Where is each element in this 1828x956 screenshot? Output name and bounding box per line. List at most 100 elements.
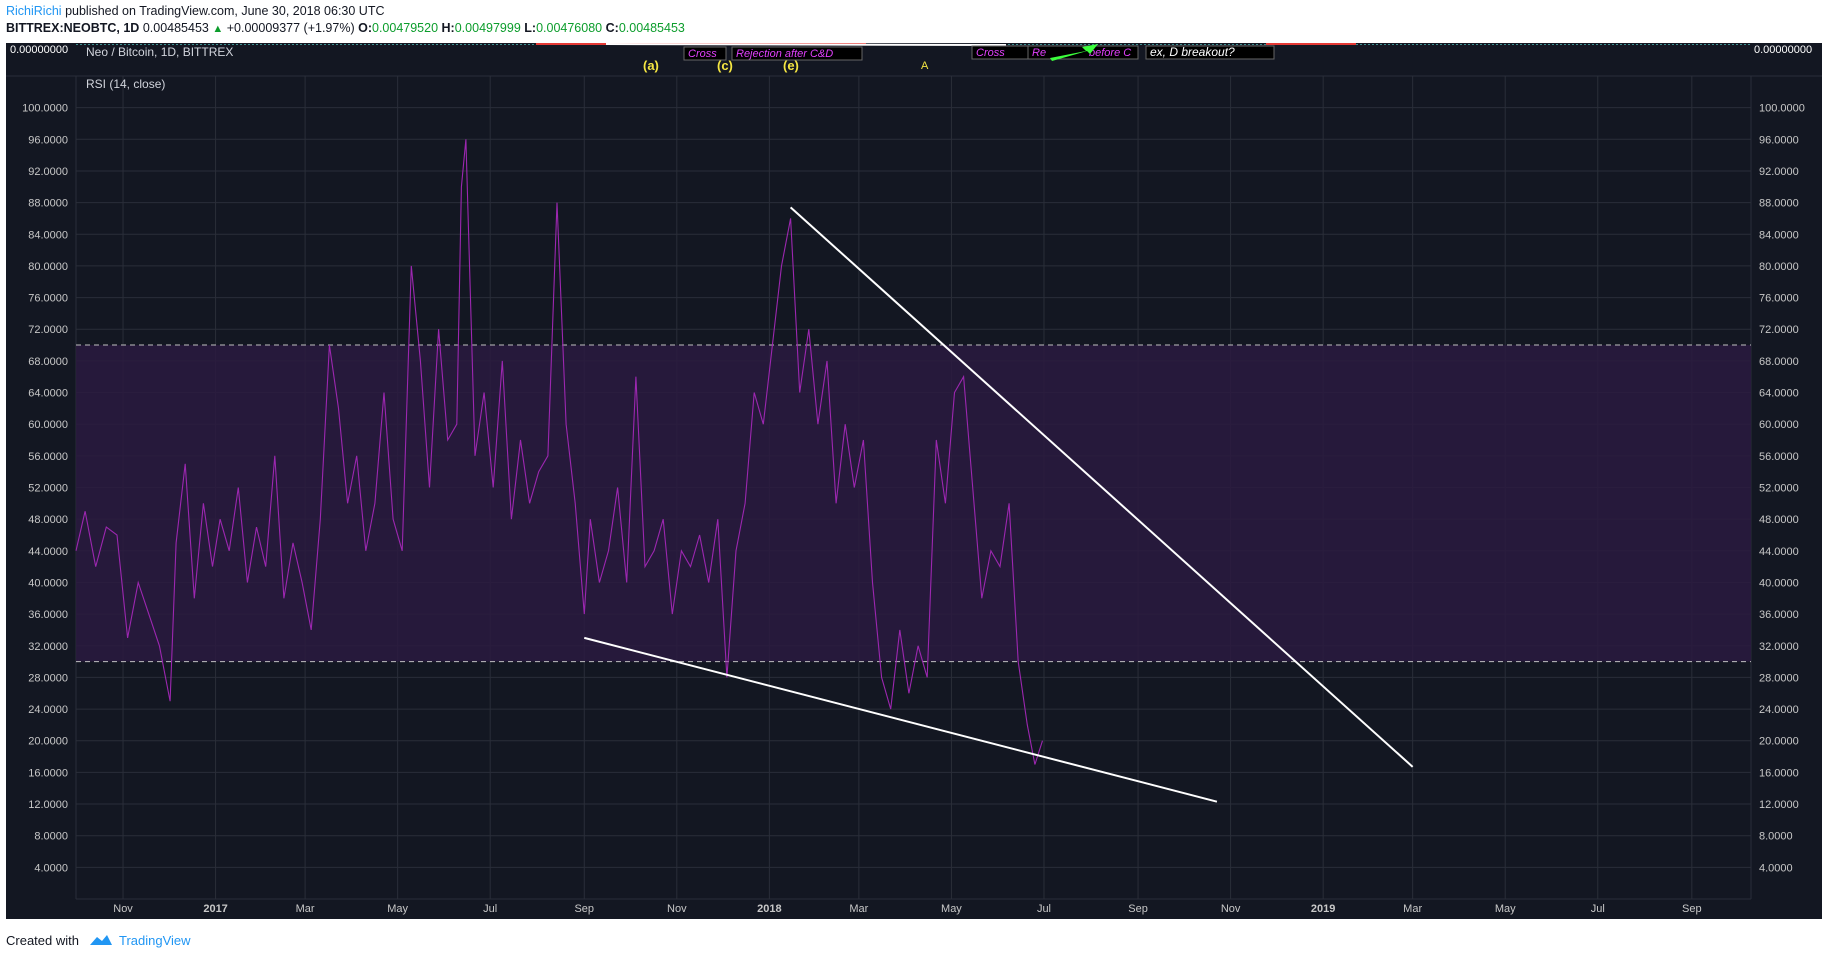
publish-line: RichiRichi published on TradingView.com,… bbox=[6, 4, 384, 18]
y-tick-label: 28.0000 bbox=[28, 672, 68, 684]
y-tick-label: 68.0000 bbox=[28, 356, 68, 368]
y-tick-label: 36.0000 bbox=[28, 609, 68, 621]
pane-title: Neo / Bitcoin, 1D, BITTREX bbox=[86, 45, 233, 59]
y-tick-label: 36.0000 bbox=[1759, 609, 1799, 621]
annotation-text-6: ex, D breakout? bbox=[1150, 45, 1235, 59]
y-tick-label: 100.0000 bbox=[1759, 103, 1805, 115]
y-tick-label: 80.0000 bbox=[28, 261, 68, 273]
trendline-2[interactable] bbox=[584, 636, 1218, 803]
ohlc-line: BITTREX:NEOBTC, 1D 0.00485453 ▲ +0.00009… bbox=[6, 21, 685, 35]
y-tick-label: 4.0000 bbox=[34, 862, 68, 874]
x-tick-label: Sep bbox=[1682, 903, 1702, 915]
y-tick-label: 88.0000 bbox=[28, 198, 68, 210]
price-white-segment bbox=[605, 43, 1007, 46]
open-label: O: bbox=[358, 21, 372, 35]
rsi-legend-title: RSI (14, close) bbox=[86, 77, 165, 91]
y-tick-label: 60.0000 bbox=[1759, 419, 1799, 431]
x-tick-label: Mar bbox=[849, 903, 868, 915]
y-tick-label: 84.0000 bbox=[28, 229, 68, 241]
close-label: C: bbox=[605, 21, 619, 35]
y-tick-label: 92.0000 bbox=[28, 166, 68, 178]
y-tick-label: 12.0000 bbox=[1759, 799, 1799, 811]
y-tick-label: 40.0000 bbox=[28, 577, 68, 589]
y-tick-label: 28.0000 bbox=[1759, 672, 1799, 684]
price-pane[interactable] bbox=[6, 43, 1822, 76]
y-tick-label: 100.0000 bbox=[22, 103, 68, 115]
x-tick-label: Jul bbox=[483, 903, 497, 915]
x-tick-label: Nov bbox=[667, 903, 687, 915]
low-value: 0.00476080 bbox=[536, 21, 603, 35]
x-tick-label: Jul bbox=[1037, 903, 1051, 915]
y-tick-label: 32.0000 bbox=[1759, 641, 1799, 653]
y-tick-label: 96.0000 bbox=[28, 134, 68, 146]
y-tick-label: 76.0000 bbox=[28, 293, 68, 305]
symbol-label: BITTREX:NEOBTC, 1D bbox=[6, 21, 140, 35]
x-tick-label: 2019 bbox=[1311, 903, 1335, 915]
annotation-text-5: before C bbox=[1089, 47, 1131, 59]
y-tick-label: 72.0000 bbox=[1759, 324, 1799, 336]
up-arrow-icon: ▲ bbox=[212, 23, 224, 35]
x-axis[interactable]: Nov 2017 Mar May Jul Sep Nov 2018 Mar May Jul Sep No… bbox=[113, 903, 1701, 915]
published-text: published on TradingView.com, June 30, 2… bbox=[65, 4, 385, 18]
x-tick-label: May bbox=[941, 903, 962, 915]
annotation-box-3[interactable]: Cross bbox=[971, 45, 1033, 60]
y-tick-label: 52.0000 bbox=[1759, 483, 1799, 495]
annotation-text-1: Cross bbox=[688, 48, 717, 60]
x-tick-label: Jul bbox=[1591, 903, 1605, 915]
y-axis-left[interactable]: 4.0000 8.0000 12.0000 16.0000 20.0000 24.0000… bbox=[22, 103, 68, 875]
tradingview-logo-icon bbox=[89, 935, 112, 945]
x-tick-label: Mar bbox=[1403, 903, 1422, 915]
wave-label-e: (e) bbox=[783, 58, 799, 73]
y-tick-label: 60.0000 bbox=[28, 419, 68, 431]
y-tick-label: 48.0000 bbox=[28, 514, 68, 526]
y-tick-label: 64.0000 bbox=[28, 388, 68, 400]
y-tick-label: 44.0000 bbox=[1759, 546, 1799, 558]
price-label-left: 0.00000000 bbox=[10, 44, 68, 56]
x-tick-label: May bbox=[387, 903, 408, 915]
annotation-text-3: Cross bbox=[976, 47, 1005, 59]
annotation-box-5[interactable]: ex, D breakout? bbox=[1145, 45, 1275, 60]
tradingview-brand-link[interactable]: TradingView bbox=[119, 933, 191, 948]
y-tick-label: 24.0000 bbox=[28, 704, 68, 716]
y-tick-label: 80.0000 bbox=[1759, 261, 1799, 273]
close-value: 0.00485453 bbox=[618, 21, 685, 35]
wave-label-A: A bbox=[921, 60, 929, 72]
created-with-text: Created with bbox=[6, 932, 79, 948]
y-tick-label: 16.0000 bbox=[28, 767, 68, 779]
y-tick-label: 84.0000 bbox=[1759, 229, 1799, 241]
y-tick-label: 92.0000 bbox=[1759, 166, 1799, 178]
rsi-chart-svg[interactable]: 0.00000000 0.00000000 Neo / Bitcoin, 1D,… bbox=[6, 43, 1822, 919]
high-value: 0.00497999 bbox=[454, 21, 521, 35]
y-tick-label: 64.0000 bbox=[1759, 388, 1799, 400]
y-tick-label: 8.0000 bbox=[1759, 831, 1793, 843]
chart-area[interactable]: 0.00000000 0.00000000 Neo / Bitcoin, 1D,… bbox=[6, 43, 1822, 919]
x-tick-label: Mar bbox=[296, 903, 315, 915]
wave-label-c: (c) bbox=[717, 58, 733, 73]
y-tick-label: 16.0000 bbox=[1759, 767, 1799, 779]
open-value: 0.00479520 bbox=[372, 21, 439, 35]
y-tick-label: 52.0000 bbox=[28, 483, 68, 495]
y-tick-label: 48.0000 bbox=[1759, 514, 1799, 526]
y-tick-label: 20.0000 bbox=[28, 736, 68, 748]
y-tick-label: 96.0000 bbox=[1759, 134, 1799, 146]
footer: Created with TradingView bbox=[6, 930, 191, 950]
x-tick-label: Sep bbox=[1128, 903, 1148, 915]
wave-label-a: (a) bbox=[643, 58, 659, 73]
author-link[interactable]: RichiRichi bbox=[6, 4, 62, 18]
x-tick-label: Sep bbox=[574, 903, 594, 915]
last-price: 0.00485453 bbox=[142, 21, 209, 35]
x-tick-label: 2018 bbox=[757, 903, 781, 915]
y-tick-label: 44.0000 bbox=[28, 546, 68, 558]
y-tick-label: 32.0000 bbox=[28, 641, 68, 653]
x-tick-label: Nov bbox=[113, 903, 133, 915]
y-tick-label: 56.0000 bbox=[28, 451, 68, 463]
y-tick-label: 40.0000 bbox=[1759, 577, 1799, 589]
high-label: H: bbox=[441, 21, 455, 35]
y-tick-label: 8.0000 bbox=[34, 831, 68, 843]
y-tick-label: 68.0000 bbox=[1759, 356, 1799, 368]
y-axis-right[interactable]: 4.0000 8.0000 12.0000 16.0000 20.0000 24.0000… bbox=[1759, 103, 1805, 875]
y-tick-label: 76.0000 bbox=[1759, 293, 1799, 305]
y-tick-label: 4.0000 bbox=[1759, 862, 1793, 874]
y-tick-label: 88.0000 bbox=[1759, 198, 1799, 210]
annotation-text-4: Re bbox=[1032, 47, 1046, 59]
